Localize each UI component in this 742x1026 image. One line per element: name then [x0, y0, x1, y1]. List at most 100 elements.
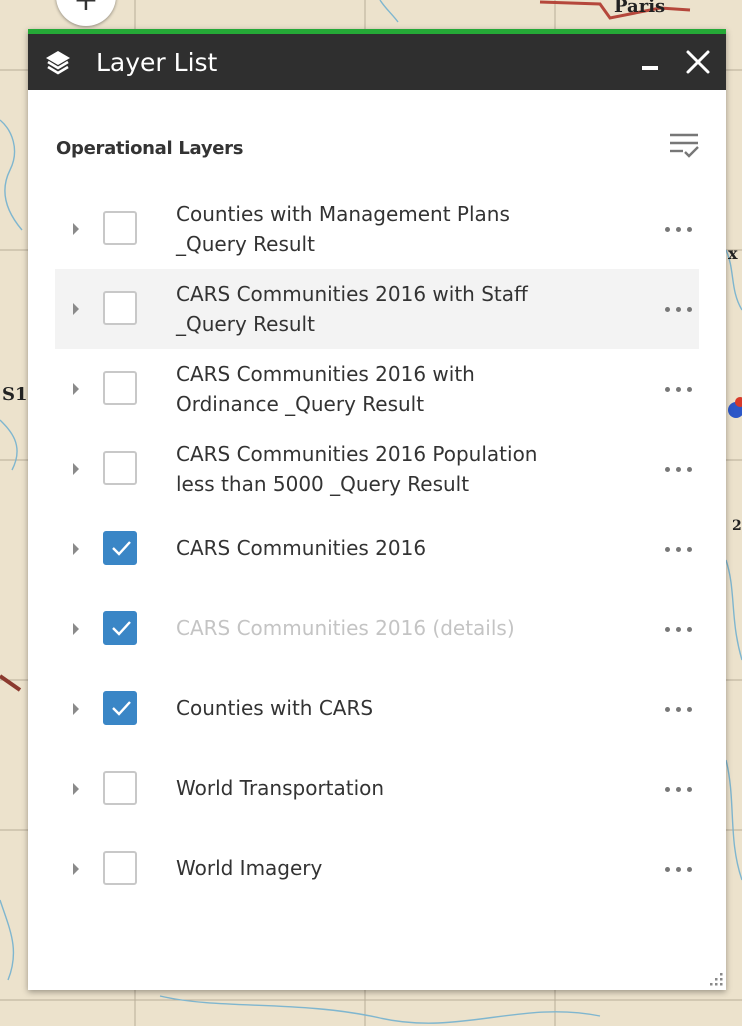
layer-label[interactable]: Counties with CARS: [176, 693, 616, 723]
layer-row-cars-2016-details[interactable]: CARS Communities 2016 (details): [55, 589, 699, 669]
layer-visibility-checkbox[interactable]: [103, 371, 137, 405]
more-dot-icon: [687, 707, 692, 712]
layer-visibility-checkbox[interactable]: [103, 851, 137, 885]
layer-visibility-checkbox[interactable]: [103, 451, 137, 485]
section-title: Operational Layers: [56, 138, 244, 159]
more-dot-icon: [676, 867, 681, 872]
map-label-fragment: 2: [732, 518, 742, 534]
more-dot-icon: [687, 227, 692, 232]
more-dot-icon: [665, 787, 670, 792]
more-dot-icon: [676, 467, 681, 472]
minimize-button[interactable]: [640, 48, 664, 76]
layer-label-line: CARS Communities 2016 Population: [176, 442, 538, 466]
layer-label-line: CARS Communities 2016 with Staff: [176, 282, 528, 306]
minimize-icon: [642, 66, 658, 70]
expand-arrow-icon[interactable]: [73, 703, 79, 715]
more-options-button[interactable]: [663, 301, 695, 317]
more-dot-icon: [687, 547, 692, 552]
more-dot-icon: [676, 787, 681, 792]
resize-handle-icon[interactable]: [708, 971, 724, 987]
more-options-button[interactable]: [663, 781, 695, 797]
expand-arrow-icon[interactable]: [73, 463, 79, 475]
more-options-button[interactable]: [663, 541, 695, 557]
more-options-button[interactable]: [663, 381, 695, 397]
layer-label[interactable]: CARS Communities 2016 (details): [176, 613, 616, 643]
panel-header[interactable]: Layer List: [28, 34, 726, 90]
layer-label-line: _Query Result: [176, 232, 315, 256]
layer-label[interactable]: World Imagery: [176, 853, 616, 883]
more-dot-icon: [687, 787, 692, 792]
more-dot-icon: [665, 307, 670, 312]
checkmark-icon: [112, 701, 131, 716]
zoom-in-label: +: [73, 0, 99, 18]
more-dot-icon: [687, 467, 692, 472]
layer-label[interactable]: CARS Communities 2016 with Staff _Query …: [176, 279, 616, 339]
layer-label[interactable]: CARS Communities 2016: [176, 533, 616, 563]
layer-visibility-checkbox[interactable]: [103, 611, 137, 645]
more-options-button[interactable]: [663, 221, 695, 237]
layer-list: Counties with Management Plans _Query Re…: [55, 189, 699, 909]
layer-visibility-checkbox[interactable]: [103, 291, 137, 325]
more-dot-icon: [665, 707, 670, 712]
expand-arrow-icon[interactable]: [73, 383, 79, 395]
layer-row-cars-2016-staff[interactable]: CARS Communities 2016 with Staff _Query …: [55, 269, 699, 349]
more-dot-icon: [665, 227, 670, 232]
more-dot-icon: [676, 387, 681, 392]
layer-visibility-checkbox[interactable]: [103, 531, 137, 565]
expand-arrow-icon[interactable]: [73, 783, 79, 795]
more-dot-icon: [676, 707, 681, 712]
layer-row-cars-2016-ordinance[interactable]: CARS Communities 2016 with Ordinance _Qu…: [55, 349, 699, 429]
layer-visibility-checkbox[interactable]: [103, 691, 137, 725]
layer-label[interactable]: World Transportation: [176, 773, 616, 803]
more-options-button[interactable]: [663, 861, 695, 877]
expand-arrow-icon[interactable]: [73, 223, 79, 235]
layer-list-panel: Layer List Operational Layers Counties w…: [28, 29, 726, 990]
layer-row-counties-management-plans[interactable]: Counties with Management Plans _Query Re…: [55, 189, 699, 269]
panel-title: Layer List: [96, 48, 218, 77]
more-dot-icon: [665, 387, 670, 392]
more-options-button[interactable]: [663, 621, 695, 637]
layer-label-line: Ordinance _Query Result: [176, 392, 425, 416]
more-dot-icon: [687, 307, 692, 312]
more-options-button[interactable]: [663, 701, 695, 717]
checkmark-icon: [112, 541, 131, 556]
checkmark-icon: [112, 621, 131, 636]
layer-row-counties-with-cars[interactable]: Counties with CARS: [55, 669, 699, 749]
more-dot-icon: [687, 867, 692, 872]
close-button[interactable]: [684, 48, 712, 76]
layer-row-cars-2016-population[interactable]: CARS Communities 2016 Population less th…: [55, 429, 699, 509]
layer-row-world-imagery[interactable]: World Imagery: [55, 829, 699, 909]
layer-visibility-checkbox[interactable]: [103, 771, 137, 805]
filter-list-icon: [670, 133, 699, 158]
layers-icon: [46, 51, 70, 75]
layer-label-line: Counties with Management Plans: [176, 202, 510, 226]
map-city-label: Paris: [614, 0, 666, 17]
filter-list-button[interactable]: [666, 127, 702, 163]
more-dot-icon: [665, 467, 670, 472]
layer-label[interactable]: CARS Communities 2016 with Ordinance _Qu…: [176, 359, 616, 419]
more-options-button[interactable]: [663, 461, 695, 477]
more-dot-icon: [665, 547, 670, 552]
more-dot-icon: [687, 627, 692, 632]
map-label-fragment: x: [728, 244, 738, 263]
more-dot-icon: [665, 627, 670, 632]
layer-label[interactable]: Counties with Management Plans _Query Re…: [176, 199, 616, 259]
more-dot-icon: [676, 307, 681, 312]
more-dot-icon: [676, 227, 681, 232]
close-icon: [686, 50, 710, 74]
expand-arrow-icon[interactable]: [73, 543, 79, 555]
layer-label-line: CARS Communities 2016 with: [176, 362, 475, 386]
map-label-fragment: S1: [2, 384, 28, 405]
more-dot-icon: [687, 387, 692, 392]
layer-visibility-checkbox[interactable]: [103, 211, 137, 245]
layer-row-cars-2016[interactable]: CARS Communities 2016: [55, 509, 699, 589]
expand-arrow-icon[interactable]: [73, 303, 79, 315]
expand-arrow-icon[interactable]: [73, 863, 79, 875]
more-dot-icon: [665, 867, 670, 872]
more-dot-icon: [676, 627, 681, 632]
expand-arrow-icon[interactable]: [73, 623, 79, 635]
layer-label[interactable]: CARS Communities 2016 Population less th…: [176, 439, 616, 499]
layer-row-world-transportation[interactable]: World Transportation: [55, 749, 699, 829]
layer-label-line: _Query Result: [176, 312, 315, 336]
more-dot-icon: [676, 547, 681, 552]
